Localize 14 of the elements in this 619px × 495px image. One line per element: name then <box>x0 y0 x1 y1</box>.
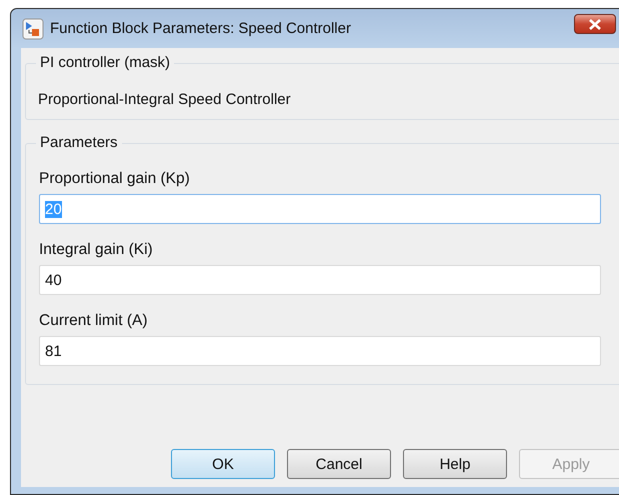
close-button[interactable] <box>574 14 616 34</box>
window-title: Function Block Parameters: Speed Controller <box>50 20 351 37</box>
block-icon <box>22 18 44 40</box>
dialog-button[interactable]: OK <box>171 449 275 479</box>
dialog-button[interactable]: Help <box>403 449 507 479</box>
input-field[interactable]: 40 <box>39 265 601 295</box>
group-title: PI controller (mask) <box>36 54 174 71</box>
field-label: Proportional gain (Kp) <box>39 170 191 188</box>
input-field[interactable]: 81 <box>39 336 601 366</box>
description-text: Proportional-Integral Speed Controller <box>37 90 292 110</box>
field-label: Integral gain (Ki) <box>39 241 154 259</box>
field-label: Current limit (A) <box>39 312 149 330</box>
dialog-button[interactable]: Cancel <box>287 449 391 479</box>
close-icon <box>588 18 602 30</box>
